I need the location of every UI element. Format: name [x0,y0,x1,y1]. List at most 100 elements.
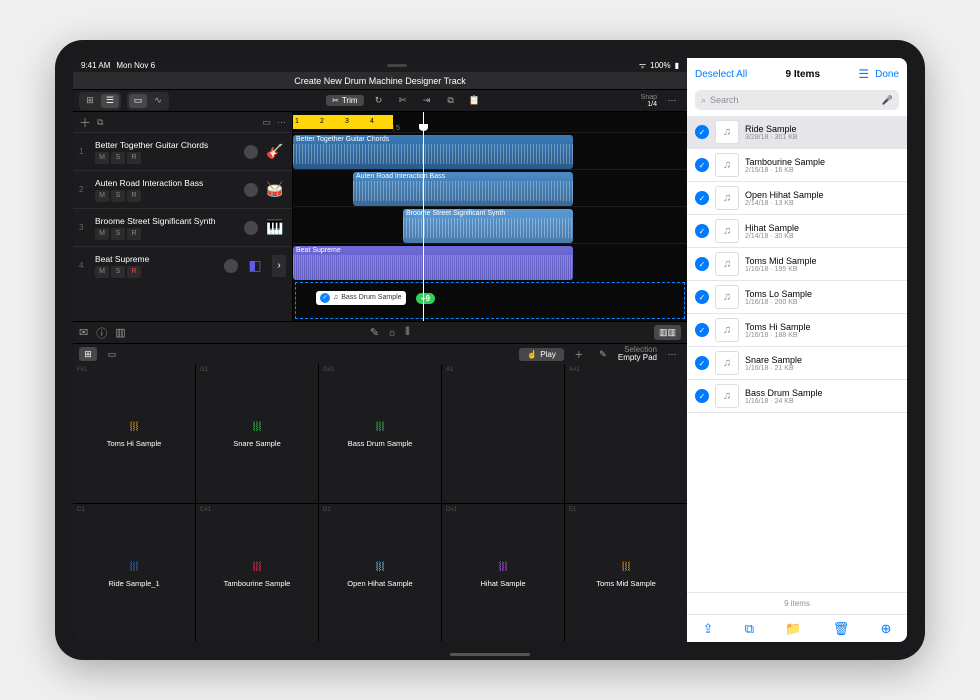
view-tracks-button[interactable]: ▭ [129,94,147,108]
library-icon[interactable]: ▥ [115,326,125,339]
view-list-button[interactable]: ☰ [101,94,119,108]
add-track-button[interactable]: ＋ [79,114,91,131]
playhead[interactable] [423,112,424,321]
duplicate-icon[interactable]: ⧉ [745,621,754,637]
instrument-icon[interactable]: 🎹 [264,217,286,239]
snap-display[interactable]: Snap1/4 [641,94,657,108]
expand-button[interactable]: › [272,255,286,277]
drop-zone[interactable]: ✓ ♫ Bass Drum Sample +9 [295,282,685,319]
instrument-icon[interactable]: ◧ [244,255,266,277]
check-icon[interactable]: ✓ [695,356,709,370]
mute-button[interactable]: M [95,190,109,202]
drum-pad[interactable]: C#1 ⧙⧘⧙ Tambourine Sample [196,504,318,643]
drum-pad[interactable]: F#1 ⧙⧘⧙ Toms Hi Sample [73,364,195,503]
file-row[interactable]: ✓ ♫ Snare Sample 1/16/18 · 21 KB [687,347,907,380]
file-row[interactable]: ✓ ♫ Toms Hi Sample 1/16/18 · 188 KB [687,314,907,347]
cut-button[interactable]: ✄ [394,94,412,108]
track-header-1[interactable]: 1 Better Together Guitar Chords M S R 🎸 [73,132,292,170]
drum-pad[interactable]: G1 ⧙⧘⧙ Snare Sample [196,364,318,503]
drum-pad[interactable]: G#1 ⧙⧘⧙ Bass Drum Sample [319,364,441,503]
check-icon[interactable]: ✓ [695,158,709,172]
pad-grid-button[interactable]: ⊞ [79,347,97,361]
check-icon[interactable]: ✓ [695,224,709,238]
instrument-icon[interactable]: 🎸 [264,141,286,163]
drum-pad[interactable]: A1 [442,364,564,503]
check-icon[interactable]: ✓ [695,257,709,271]
drum-pad[interactable]: D1 ⧙⧘⧙ Open Hihat Sample [319,504,441,643]
drum-pad[interactable]: C1 ⧙⧘⧙ Ride Sample_1 [73,504,195,643]
file-row[interactable]: ✓ ♫ Toms Mid Sample 1/16/18 · 195 KB [687,248,907,281]
done-button[interactable]: Done [875,69,899,80]
track-header-3[interactable]: 3 Broome Street Significant Synth M S R … [73,208,292,246]
track-more-button[interactable]: ⋯ [277,117,286,128]
file-row[interactable]: ✓ ♫ Bass Drum Sample 1/16/18 · 24 KB [687,380,907,413]
solo-button[interactable]: S [111,266,125,278]
inbox-icon[interactable]: ✉ [79,326,88,339]
dragged-file[interactable]: ✓ ♫ Bass Drum Sample [316,291,406,305]
file-row[interactable]: ✓ ♫ Toms Lo Sample 1/16/18 · 200 KB [687,281,907,314]
more-icon[interactable]: ⊕ [880,621,891,637]
check-icon[interactable]: ✓ [695,323,709,337]
region-2[interactable]: Auten Road Interaction Bass [353,172,573,206]
solo-button[interactable]: S [111,228,125,240]
mute-button[interactable]: M [95,152,109,164]
duplicate-track-button[interactable]: ⧉ [97,117,103,128]
instrument-icon[interactable]: 🥁 [264,179,286,201]
volume-knob[interactable] [244,145,258,159]
drum-pad[interactable]: A#1 [565,364,687,503]
file-row[interactable]: ✓ ♫ Ride Sample 3/28/18 · 301 KB [687,116,907,149]
pencil-icon[interactable]: ✎ [370,326,379,339]
solo-button[interactable]: S [111,152,125,164]
volume-knob[interactable] [244,183,258,197]
file-row[interactable]: ✓ ♫ Tambourine Sample 2/15/18 · 16 KB [687,149,907,182]
ruler-selection[interactable]: 1234 [293,115,393,129]
join-button[interactable]: ⇥ [418,94,436,108]
record-button[interactable]: R [127,228,141,240]
list-view-icon[interactable]: ☰ [858,67,869,81]
region-3[interactable]: Broome Street Significant Synth [403,209,573,243]
ruler[interactable]: 1234 5 [293,112,687,132]
record-button[interactable]: R [127,266,141,278]
brightness-icon[interactable]: ☼ [387,327,397,339]
copy-button[interactable]: ⧉ [442,94,460,108]
check-icon[interactable]: ✓ [695,125,709,139]
deselect-all-button[interactable]: Deselect All [695,69,747,80]
pad-single-button[interactable]: ▭ [103,347,121,361]
record-button[interactable]: R [127,190,141,202]
pad-play-button[interactable]: ☝ Play [519,348,564,361]
trim-tool[interactable]: ✂ Trim [326,95,363,106]
volume-knob[interactable] [244,221,258,235]
files-list[interactable]: ✓ ♫ Ride Sample 3/28/18 · 301 KB ✓ ♫ Tam… [687,116,907,592]
region-1[interactable]: Better Together Guitar Chords [293,135,573,169]
check-icon[interactable]: ✓ [695,389,709,403]
view-grid-button[interactable]: ⊞ [81,94,99,108]
mixer-icon[interactable]: ⫴ [405,326,410,339]
multitask-pill[interactable] [387,64,407,67]
check-icon[interactable]: ✓ [695,191,709,205]
mute-button[interactable]: M [95,228,109,240]
drum-pad[interactable]: E1 ⧙⧘⧙ Toms Mid Sample [565,504,687,643]
file-row[interactable]: ✓ ♫ Hihat Sample 2/14/18 · 30 KB [687,215,907,248]
search-field[interactable]: ⌕ Search 🎤 [695,90,899,110]
info-icon[interactable]: ⓘ [96,325,107,341]
record-button[interactable]: R [127,152,141,164]
more-button[interactable]: ⋯ [663,94,681,108]
volume-knob[interactable] [224,259,238,273]
trash-icon[interactable]: 🗑 [833,621,850,637]
mute-button[interactable]: M [95,266,109,278]
view-automation-button[interactable]: ∿ [149,94,167,108]
region-4[interactable]: Beat Supreme [293,246,573,280]
paste-button[interactable]: 📋 [466,94,484,108]
pad-add-button[interactable]: ＋ [570,347,588,361]
move-icon[interactable]: 📁 [785,621,801,637]
track-view-button[interactable]: ▭ [262,117,271,128]
mic-icon[interactable]: 🎤 [882,95,893,106]
track-header-4[interactable]: 4 Beat Supreme M S R ◧ › [73,246,292,284]
share-icon[interactable]: ⇪ [703,621,714,637]
timeline[interactable]: 1234 5 Better Together Guitar Chords Aut… [293,112,687,321]
loop-button[interactable]: ↻ [370,94,388,108]
solo-button[interactable]: S [111,190,125,202]
keyboard-button[interactable]: ▥▥ [654,325,681,340]
track-header-2[interactable]: 2 Auten Road Interaction Bass M S R 🥁 [73,170,292,208]
pad-edit-button[interactable]: ✎ [594,347,612,361]
